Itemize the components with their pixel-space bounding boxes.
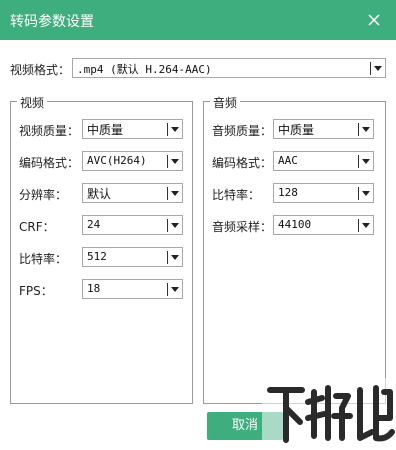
chevron-down-icon (171, 223, 179, 228)
audio-group (203, 101, 386, 404)
chevron-down-icon (171, 127, 179, 132)
audio-quality-select[interactable]: 中质量 (273, 119, 374, 139)
chevron-down-icon (171, 287, 179, 292)
audio-samplerate-select[interactable]: 44100 (273, 215, 374, 235)
chevron-down-icon (374, 66, 382, 71)
video-codec-select[interactable]: AVC(H264) (82, 151, 183, 171)
audio-quality-value: 中质量 (278, 123, 315, 137)
audio-quality-label: 音频质量： (212, 124, 273, 138)
video-format-value: .mp4 (默认 H.264-AAC) (77, 63, 212, 76)
resolution-label: 分辨率： (19, 188, 68, 202)
watermark-logo (262, 378, 396, 450)
fps-select[interactable]: 18 (82, 279, 183, 299)
video-bitrate-label: 比特率： (19, 252, 68, 266)
chevron-down-icon (362, 223, 370, 228)
audio-codec-label: 编码格式： (212, 156, 273, 170)
crf-value: 24 (87, 218, 101, 231)
video-group-legend: 视频 (17, 94, 48, 111)
select-separator (358, 155, 359, 168)
video-bitrate-select[interactable]: 512 (82, 247, 183, 267)
video-codec-label: 编码格式： (19, 156, 80, 170)
chevron-down-icon (362, 159, 370, 164)
audio-bitrate-select[interactable]: 128 (273, 183, 374, 203)
chevron-down-icon (362, 127, 370, 132)
select-separator (167, 187, 168, 200)
select-separator (167, 123, 168, 136)
crf-select[interactable]: 24 (82, 215, 183, 235)
close-icon[interactable] (360, 6, 388, 34)
audio-bitrate-label: 比特率： (212, 188, 261, 202)
resolution-value: 默认 (87, 187, 112, 201)
video-quality-value: 中质量 (87, 123, 124, 137)
select-separator (167, 283, 168, 296)
video-codec-value: AVC(H264) (87, 154, 147, 167)
video-quality-select[interactable]: 中质量 (82, 119, 183, 139)
fps-label: FPS： (19, 284, 53, 298)
select-separator (167, 219, 168, 232)
audio-group-legend: 音频 (210, 94, 241, 111)
chevron-down-icon (171, 191, 179, 196)
fps-value: 18 (87, 282, 101, 295)
audio-samplerate-label: 音频采样： (212, 220, 273, 234)
video-format-select[interactable]: .mp4 (默认 H.264-AAC) (72, 58, 386, 78)
audio-codec-select[interactable]: AAC (273, 151, 374, 171)
select-separator (358, 219, 359, 232)
select-separator (358, 187, 359, 200)
video-bitrate-value: 512 (87, 250, 107, 263)
video-quality-label: 视频质量： (19, 124, 80, 138)
resolution-select[interactable]: 默认 (82, 183, 183, 203)
audio-bitrate-value: 128 (278, 186, 298, 199)
select-separator (370, 62, 371, 75)
chevron-down-icon (171, 255, 179, 260)
title-bar: 转码参数设置 (0, 0, 396, 40)
select-separator (167, 155, 168, 168)
select-separator (358, 123, 359, 136)
video-format-label: 视频格式： (10, 63, 71, 77)
chevron-down-icon (362, 191, 370, 196)
crf-label: CRF： (19, 220, 55, 234)
window-title: 转码参数设置 (10, 14, 94, 30)
audio-samplerate-value: 44100 (278, 218, 312, 231)
select-separator (167, 251, 168, 264)
audio-codec-value: AAC (278, 154, 298, 167)
chevron-down-icon (171, 159, 179, 164)
